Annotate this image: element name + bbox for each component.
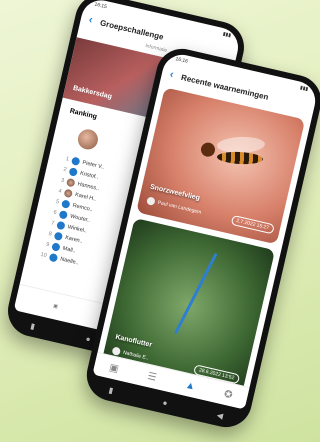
rank-number: 6 [52,209,58,216]
home-icon[interactable]: ● [162,398,169,408]
rank-number: 4 [57,187,63,195]
rank-number: 1 [65,155,70,163]
leader-avatar [75,127,100,152]
rank-number: 2 [62,166,68,173]
avatar [63,188,74,198]
observer-name: Paul van Landegem [157,199,202,216]
back-arrow-icon[interactable]: ‹ [169,68,175,81]
avatar [111,346,122,356]
recents-icon[interactable]: ▮ [108,386,114,396]
avatar [51,241,61,252]
avatar [58,209,69,220]
avatar [48,252,59,263]
rank-number: 10 [40,251,48,259]
camera-icon[interactable]: ▣ [108,362,120,375]
rank-number: 3 [60,176,65,184]
list-icon[interactable]: ☰ [146,371,157,384]
avatar [66,177,76,187]
species-name: Kanoflutter [114,333,153,349]
camera-icon[interactable]: ▣ [53,303,59,310]
rank-number: 8 [48,230,53,238]
hero-title: Bakkersdag [72,84,113,101]
avatar [71,155,81,166]
avatar [53,230,64,241]
hoverfly-body [216,150,264,166]
avatar [56,220,66,230]
avatar [68,166,79,177]
rank-number: 9 [45,241,50,248]
hoverfly-head [199,140,217,158]
map-icon[interactable]: ▲ [184,379,196,392]
back-arrow-icon[interactable]: ‹ [88,14,94,27]
recents-icon[interactable]: ▮ [30,321,36,331]
back-icon[interactable]: ◀ [216,411,224,421]
date-badge: 2.7.2022 15:27 [230,214,275,235]
rank-name: Mall.. [62,245,77,254]
home-icon[interactable]: ● [85,334,92,344]
rank-number: 7 [50,219,55,227]
observation-card[interactable]: Snorzweefvlieg Paul van Landegem 2.7.202… [136,87,306,245]
rank-name: Naelle.. [59,255,80,266]
badge-icon[interactable]: ✪ [223,388,234,401]
damselfly [173,252,218,335]
hoverfly-wing [217,135,266,154]
avatar [61,198,71,209]
rank-number: 5 [55,198,60,205]
avatar [146,196,156,206]
